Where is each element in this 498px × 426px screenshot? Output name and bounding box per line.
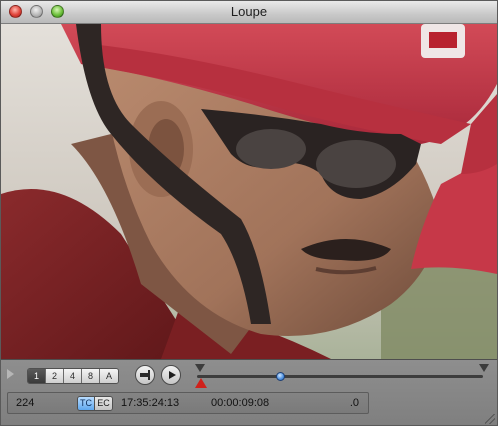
- zoom-2-button[interactable]: 2: [46, 369, 64, 383]
- resize-grip-icon[interactable]: [485, 414, 495, 424]
- timecode-mode-toggle: TC EC: [77, 396, 113, 411]
- play-icon: [169, 371, 176, 379]
- zoom-segmented-control: 1 2 4 8 A: [27, 368, 119, 384]
- video-image: [1, 24, 497, 359]
- title-bar[interactable]: Loupe: [1, 1, 497, 24]
- zoom-8-button[interactable]: 8: [82, 369, 100, 383]
- mark-in-button[interactable]: [135, 365, 155, 385]
- timecode-readout: 17:35:24:13: [121, 397, 180, 409]
- timeline-scrubber[interactable]: [193, 363, 493, 389]
- timeline-track[interactable]: [197, 375, 483, 378]
- play-button[interactable]: [161, 365, 181, 385]
- loupe-window: Loupe 1 2 4 8 A 224 TC EC 17:35:24:13 00…: [0, 0, 498, 426]
- mark-in-icon: [140, 370, 150, 380]
- info-bar: 224 TC EC 17:35:24:13 00:00:09:08 .0: [7, 392, 369, 414]
- disclosure-triangle-icon[interactable]: [7, 369, 14, 379]
- zoom-4-button[interactable]: 4: [64, 369, 82, 383]
- playback-position-knob[interactable]: [275, 372, 285, 381]
- window-title: Loupe: [230, 4, 268, 19]
- speed-readout: .0: [349, 397, 359, 409]
- tc-mode-button[interactable]: TC: [78, 397, 95, 410]
- out-point-marker-icon[interactable]: [479, 364, 489, 372]
- in-point-marker-icon[interactable]: [195, 364, 205, 372]
- zoom-auto-button[interactable]: A: [100, 369, 118, 383]
- zoom-1-button[interactable]: 1: [28, 369, 46, 383]
- controls-panel: 1 2 4 8 A 224 TC EC 17:35:24:13 00:00:09…: [1, 359, 497, 425]
- duration-readout: 00:00:09:08: [211, 397, 270, 409]
- ec-mode-button[interactable]: EC: [95, 397, 112, 410]
- video-frame: [1, 24, 497, 359]
- playhead-marker-icon[interactable]: [195, 378, 207, 388]
- frame-number: 224: [16, 397, 35, 409]
